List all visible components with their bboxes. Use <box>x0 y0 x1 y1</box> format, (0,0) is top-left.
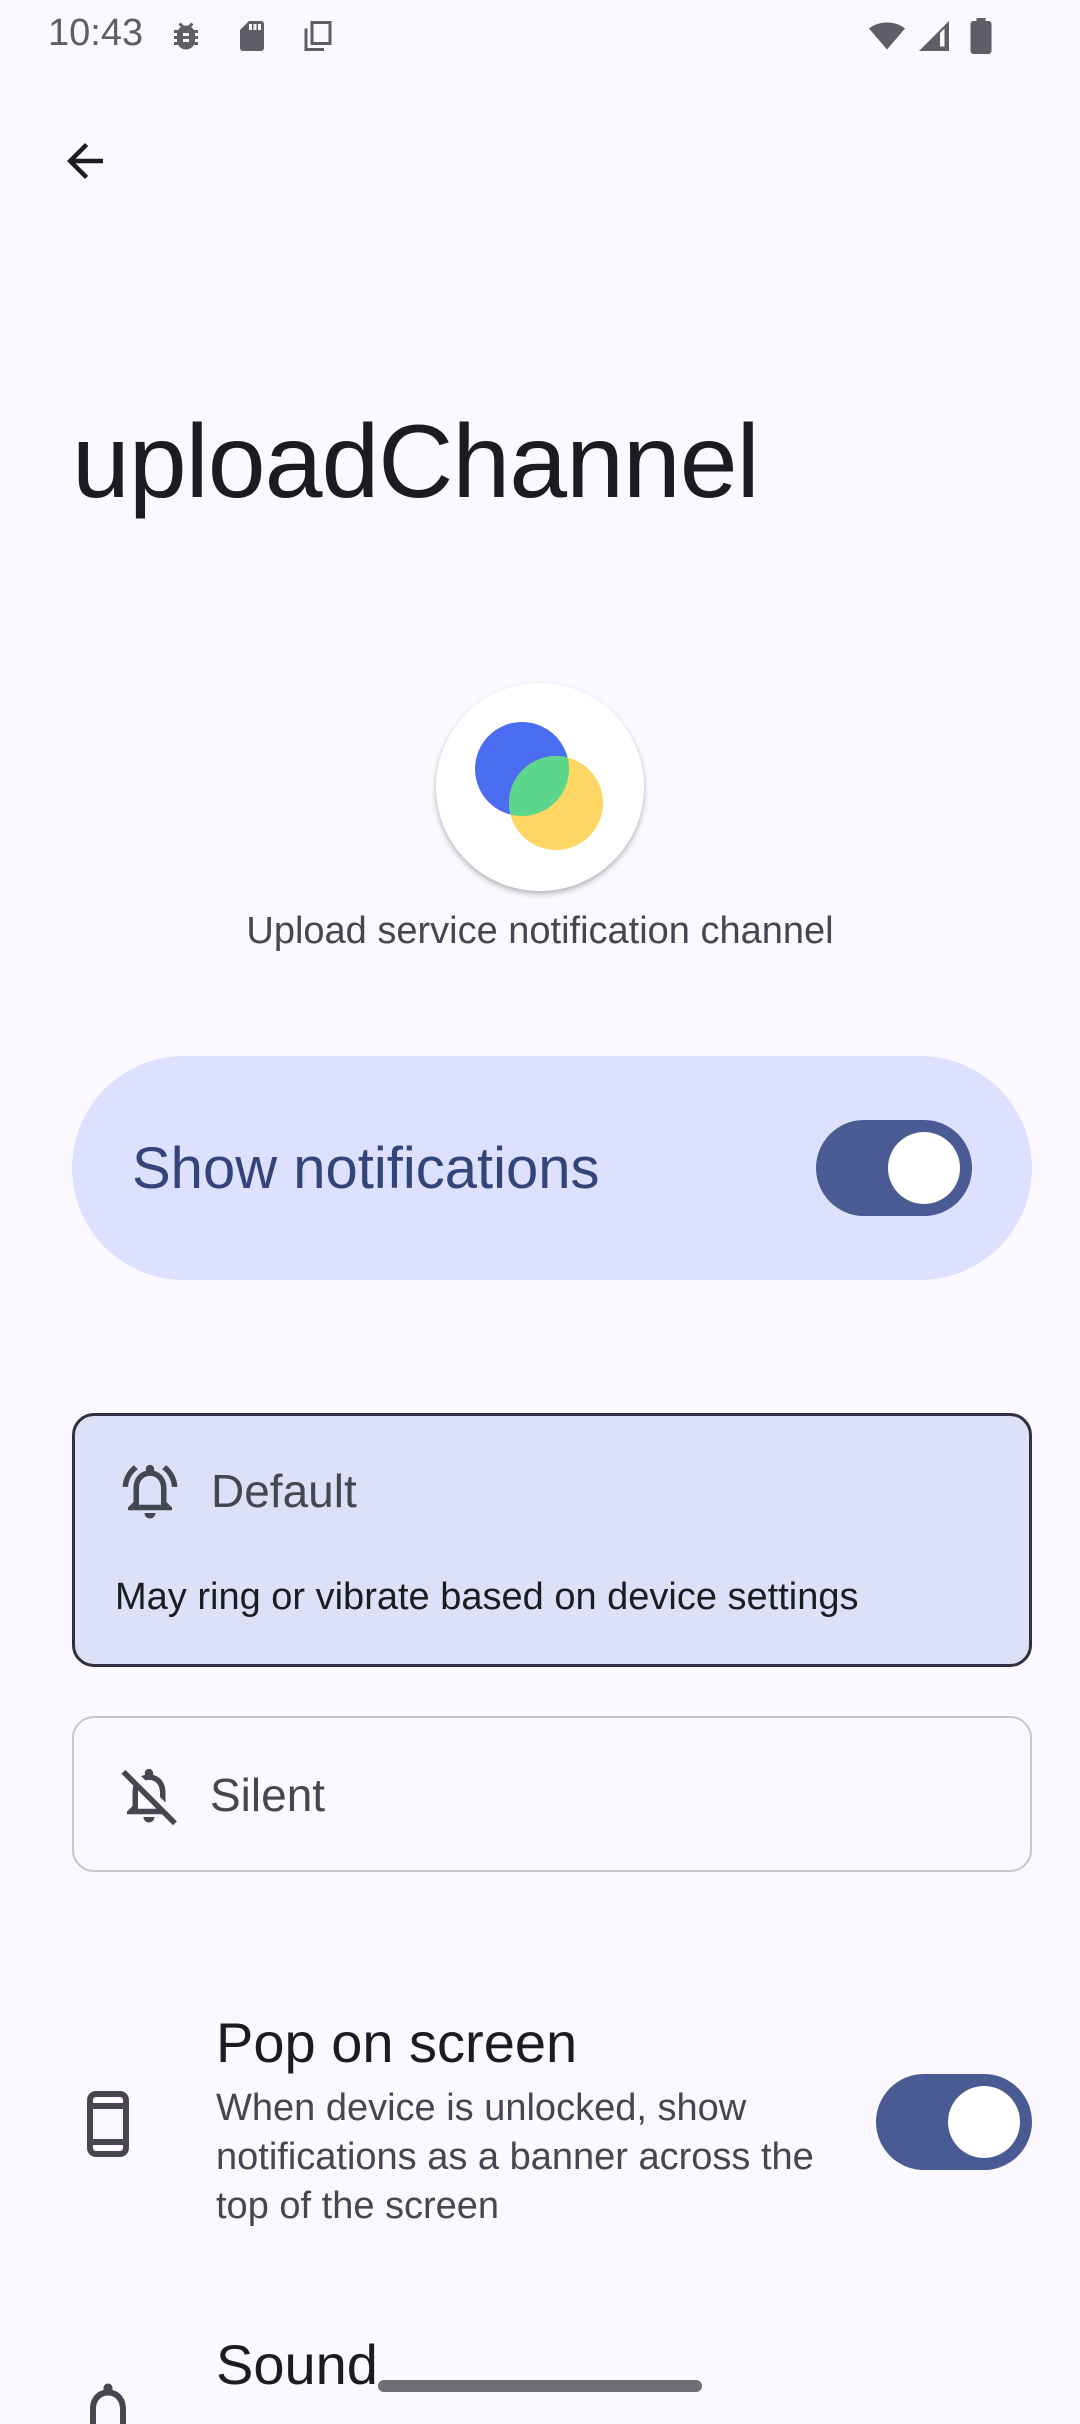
pop-on-screen-summary: When device is unlocked, show notificati… <box>216 2087 814 2227</box>
pop-on-screen-row[interactable]: Pop on screen When device is unlocked, s… <box>0 2000 1080 2250</box>
pop-on-screen-switch[interactable] <box>876 2074 1032 2170</box>
screen: 10:43 uploadChannel Upload service notif… <box>0 0 1080 2424</box>
show-notifications-label: Show notifications <box>132 1135 600 1201</box>
arrow-back-icon <box>67 143 103 179</box>
bell-off-icon <box>121 1768 177 1826</box>
bell-ring-icon <box>122 1464 178 1519</box>
sd-card-icon <box>240 21 264 51</box>
silent-option-label: Silent <box>210 1769 326 1821</box>
phone-icon <box>87 2091 129 2157</box>
app-icon <box>436 683 644 891</box>
channel-description: Upload service notification channel <box>246 910 834 952</box>
debug-icon <box>174 22 198 50</box>
app-logo-icon <box>475 722 603 850</box>
status-time: 10:43 <box>48 12 144 54</box>
importance-silent-option[interactable]: Silent <box>72 1716 1032 1872</box>
importance-default-option[interactable]: Default May ring or vibrate based on dev… <box>72 1413 1032 1667</box>
page-title: uploadChannel <box>72 404 760 520</box>
battery-icon <box>970 18 992 54</box>
default-option-label: Default <box>211 1465 357 1517</box>
switch-knob <box>948 2086 1020 2158</box>
pop-on-screen-title: Pop on screen <box>216 2011 578 2074</box>
sound-row[interactable]: Sound <box>0 2330 1080 2424</box>
status-bar: 10:43 <box>0 0 1080 72</box>
show-notifications-switch[interactable] <box>816 1120 972 1216</box>
sound-title: Sound <box>216 2333 378 2396</box>
switch-knob <box>888 1132 960 1204</box>
show-notifications-card[interactable]: Show notifications <box>72 1056 1032 1280</box>
bell-icon <box>90 2383 126 2424</box>
gesture-nav-handle[interactable] <box>378 2380 702 2392</box>
back-button[interactable] <box>40 116 130 206</box>
signal-icon <box>919 21 949 51</box>
copy-icon <box>304 21 332 51</box>
default-option-summary: May ring or vibrate based on device sett… <box>115 1576 859 1618</box>
wifi-icon <box>869 22 905 50</box>
